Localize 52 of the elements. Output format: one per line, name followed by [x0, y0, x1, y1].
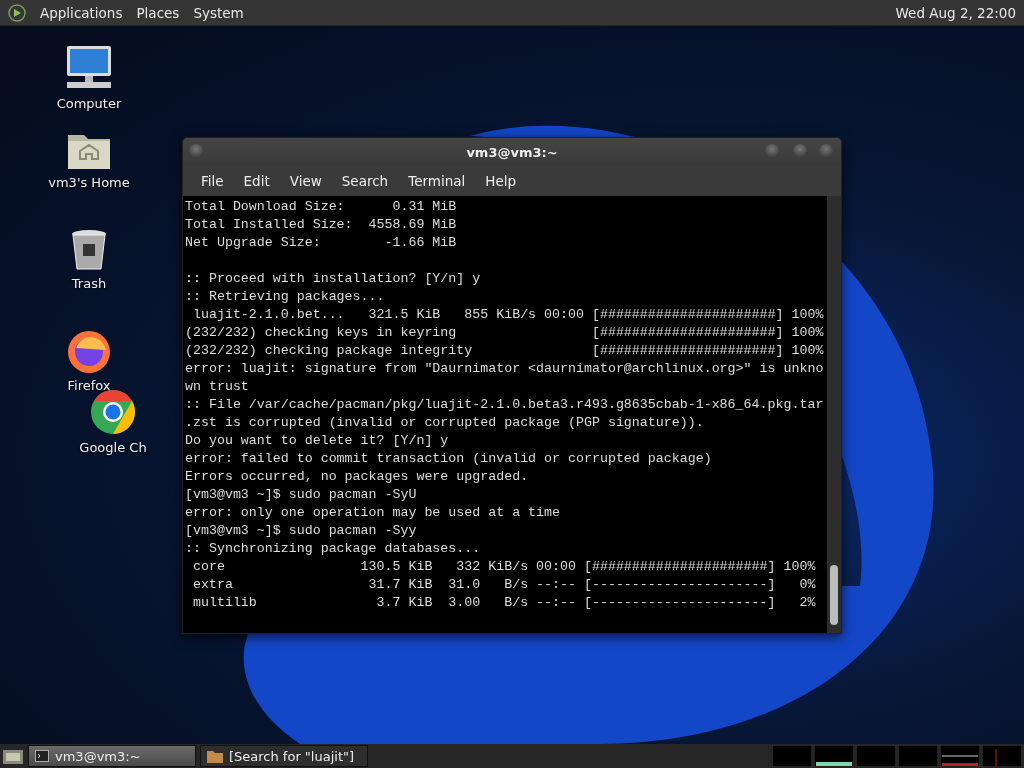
firefox-icon [66, 328, 112, 374]
terminal-line: Total Installed Size: 4558.69 MiB [185, 216, 458, 234]
menu-item[interactable]: Help [477, 169, 525, 193]
chrome-icon [89, 388, 137, 436]
terminal-line: .zst is corrupted (invalid or corrupted package (PGP signature)). [185, 414, 705, 432]
menu-item[interactable]: View [281, 169, 330, 193]
terminal-line: wn trust [185, 378, 250, 396]
system-monitor-graph [940, 745, 980, 767]
terminal-line: error: failed to commit transaction (invalid or corrupted package) [185, 450, 713, 468]
terminal-line: error: luajit: signature from "Daurnimator <daurnimator@archlinux.org>" is unkno [185, 360, 825, 378]
system-monitor-graph [982, 745, 1022, 767]
terminal-line: luajit-2.1.0.bet... 321.5 KiB 855 KiB/s 00:00 [######################] 100% [191, 306, 825, 324]
terminal-line: error: only one operation may be used at a time [185, 504, 562, 522]
terminal-line: Total Download Size: 0.31 MiB [185, 198, 458, 216]
terminal-line: [vm3@vm3 ~]$ sudo pacman -SyU [185, 486, 418, 504]
desktop-icon-label[interactable]: vm3's Home [48, 175, 130, 190]
terminal-line: :: File /var/cache/pacman/pkg/luajit-2.1.0.beta3.r493.g8635cbab-1-x86_64.pkg.tar [185, 396, 825, 414]
system-monitor-graph [814, 745, 854, 767]
scrollbar[interactable] [827, 196, 841, 633]
task-button[interactable]: vm3@vm3:~ [28, 745, 196, 767]
terminal-line: [vm3@vm3 ~]$ sudo pacman -Syy [185, 522, 418, 540]
terminal-line: Do you want to delete it? [Y/n] y [185, 432, 450, 450]
panel-menu[interactable]: System [193, 4, 244, 21]
terminal-line: :: Proceed with installation? [Y/n] y [185, 270, 482, 288]
terminal-line: Errors occurred, no packages were upgraded. [185, 468, 530, 486]
menu-item[interactable]: Edit [235, 169, 278, 193]
terminal-line: Net Upgrade Size: -1.66 MiB [185, 234, 458, 252]
desktop-icon-label[interactable]: Google Ch [79, 440, 147, 455]
terminal-line: core 130.5 KiB 332 KiB/s 00:00 [######################] 100% [191, 558, 817, 576]
panel-menu[interactable]: Applications [40, 4, 123, 21]
folder-icon [207, 749, 223, 763]
terminal-line: :: Retrieving packages... [185, 288, 386, 306]
terminal-line: (232/232) checking package integrity [######################] 100% [185, 342, 825, 360]
desktop-icon-label[interactable]: Trash [71, 276, 107, 291]
clock[interactable]: Wed Aug 2, 22:00 [895, 4, 1016, 21]
window-title: vm3@vm3:~ [466, 144, 558, 160]
menu-item[interactable]: Terminal [400, 169, 474, 193]
desktop-icon-label[interactable]: Firefox [67, 378, 111, 393]
terminal-line: extra 31.7 KiB 31.0 B/s --:-- [----------------------] 0% [191, 576, 817, 594]
menu-item[interactable]: Search [333, 169, 397, 193]
scrollbar-thumb[interactable] [830, 565, 838, 625]
terminal-icon [35, 750, 49, 762]
task-button[interactable]: [Search for "luajit"] [200, 745, 368, 767]
terminal-line: (232/232) checking keys in keyring [######################] 100% [185, 324, 825, 342]
menu-item[interactable]: File [193, 169, 232, 193]
trash-icon [69, 228, 109, 272]
distro-logo-icon[interactable] [8, 3, 26, 22]
panel-menu[interactable]: Places [136, 4, 180, 21]
show-desktop-icon[interactable] [2, 747, 24, 765]
desktop-icon-label[interactable]: Computer [56, 96, 122, 111]
terminal-line: :: Synchronizing package databases... [185, 540, 482, 558]
terminal-line: multilib 3.7 KiB 3.00 B/s --:-- [----------------------] 2% [191, 594, 817, 612]
